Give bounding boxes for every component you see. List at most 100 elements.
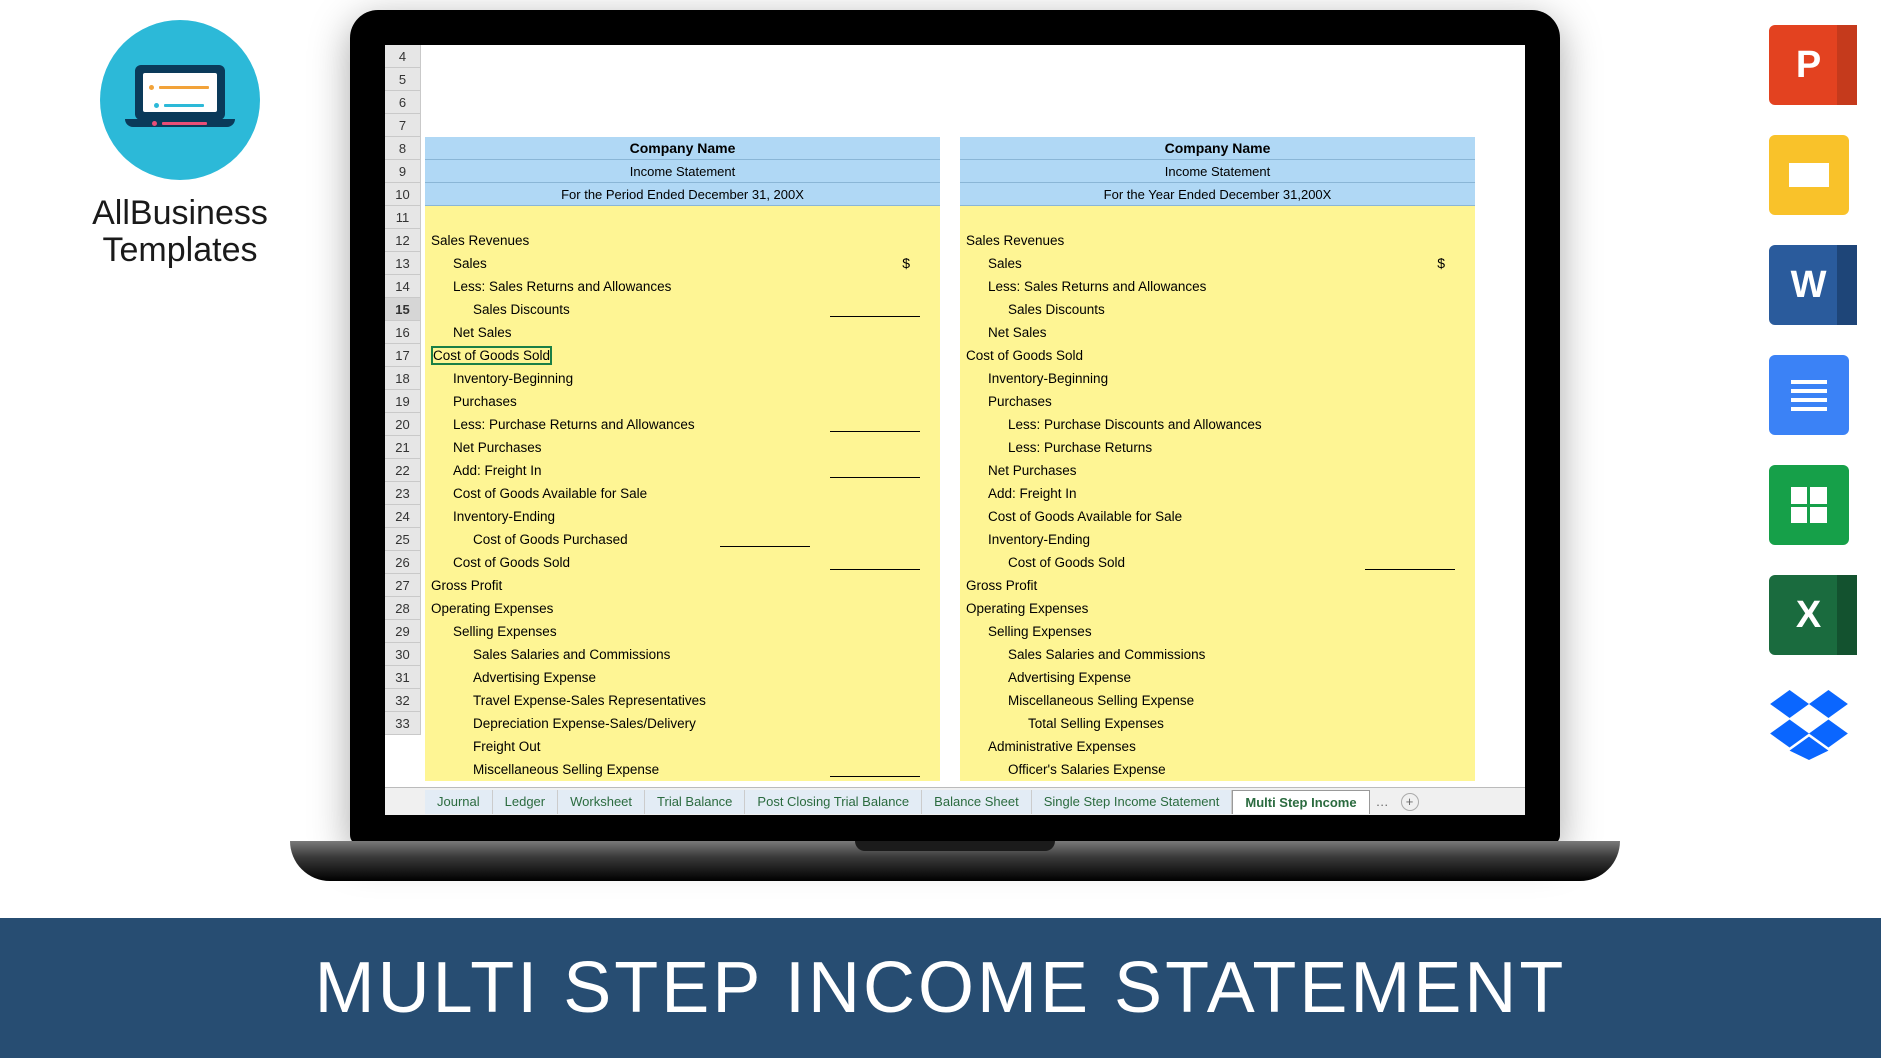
statement-line[interactable]: Sales Revenues xyxy=(425,229,940,252)
statement-line[interactable]: Gross Profit xyxy=(425,574,940,597)
row-header[interactable]: 11 xyxy=(385,206,421,229)
statement-line[interactable]: Advertising Expense xyxy=(960,666,1475,689)
row-header[interactable]: 28 xyxy=(385,597,421,620)
statement-line[interactable]: Less: Purchase Returns xyxy=(960,436,1475,459)
statement-line[interactable]: Advertising Expense xyxy=(425,666,940,689)
tabs-more[interactable]: … xyxy=(1370,794,1395,809)
statement-line[interactable]: Sales Discounts xyxy=(425,298,940,321)
row-header[interactable]: 6 xyxy=(385,91,421,114)
statement-line[interactable]: Cost of Goods Sold xyxy=(960,551,1475,574)
statement-line[interactable]: Administrative Expenses xyxy=(960,735,1475,758)
statement-line[interactable]: Sales Revenues xyxy=(960,229,1475,252)
dollar-sign: $ xyxy=(902,252,910,275)
row-header[interactable]: 5 xyxy=(385,68,421,91)
statement-line[interactable]: Sales$ xyxy=(960,252,1475,275)
format-icons-column xyxy=(1766,25,1851,765)
row-header[interactable]: 15 xyxy=(385,298,421,321)
sheet-tab[interactable]: Single Step Income Statement xyxy=(1032,790,1233,814)
statement-line[interactable]: Inventory-Beginning xyxy=(425,367,940,390)
statement-line[interactable]: Purchases xyxy=(425,390,940,413)
statement-line[interactable]: Inventory-Ending xyxy=(425,505,940,528)
row-header[interactable]: 29 xyxy=(385,620,421,643)
sheet-tab[interactable]: Trial Balance xyxy=(645,790,745,814)
statement-line[interactable]: Selling Expenses xyxy=(960,620,1475,643)
add-sheet-button[interactable]: + xyxy=(1401,793,1419,811)
row-header[interactable]: 16 xyxy=(385,321,421,344)
statement-line[interactable]: Cost of Goods Purchased xyxy=(425,528,940,551)
sheet-tab[interactable]: Ledger xyxy=(493,790,558,814)
sheet-tab[interactable]: Post Closing Trial Balance xyxy=(745,790,922,814)
statement-line[interactable]: Net Sales xyxy=(425,321,940,344)
excel-icon xyxy=(1769,575,1849,655)
income-statement-period: Company Name Income Statement For the Pe… xyxy=(425,137,940,781)
row-header[interactable]: 23 xyxy=(385,482,421,505)
statement-line[interactable]: Less: Purchase Returns and Allowances xyxy=(425,413,940,436)
row-header[interactable]: 9 xyxy=(385,160,421,183)
statement-line[interactable]: Net Purchases xyxy=(425,436,940,459)
statement-line[interactable]: Cost of Goods Sold xyxy=(960,344,1475,367)
statement-line[interactable]: Add: Freight In xyxy=(425,459,940,482)
row-header[interactable]: 17 xyxy=(385,344,421,367)
row-header[interactable]: 7 xyxy=(385,114,421,137)
row-header[interactable]: 30 xyxy=(385,643,421,666)
left-header-title: Income Statement xyxy=(425,160,940,183)
row-header[interactable]: 24 xyxy=(385,505,421,528)
row-header[interactable]: 13 xyxy=(385,252,421,275)
row-header[interactable]: 32 xyxy=(385,689,421,712)
row-header[interactable]: 20 xyxy=(385,413,421,436)
statement-line[interactable]: Cost of Goods Sold xyxy=(425,344,940,367)
row-header[interactable]: 8 xyxy=(385,137,421,160)
statement-line[interactable]: Selling Expenses xyxy=(425,620,940,643)
row-header[interactable]: 27 xyxy=(385,574,421,597)
statement-line[interactable]: Inventory-Beginning xyxy=(960,367,1475,390)
banner-text: MULTI STEP INCOME STATEMENT xyxy=(315,947,1567,1029)
statement-line[interactable]: Less: Sales Returns and Allowances xyxy=(425,275,940,298)
statement-line[interactable]: Less: Sales Returns and Allowances xyxy=(960,275,1475,298)
statement-line[interactable]: Cost of Goods Available for Sale xyxy=(425,482,940,505)
row-header[interactable]: 4 xyxy=(385,45,421,68)
statement-line[interactable]: Net Purchases xyxy=(960,459,1475,482)
statement-line[interactable]: Cost of Goods Available for Sale xyxy=(960,505,1475,528)
statement-line[interactable]: Sales Salaries and Commissions xyxy=(425,643,940,666)
sheet-tab[interactable]: Balance Sheet xyxy=(922,790,1032,814)
row-header[interactable]: 26 xyxy=(385,551,421,574)
statement-line[interactable]: Total Selling Expenses xyxy=(960,712,1475,735)
row-header[interactable]: 12 xyxy=(385,229,421,252)
income-statement-year: Company Name Income Statement For the Ye… xyxy=(960,137,1475,781)
statement-line[interactable]: Officer's Salaries Expense xyxy=(960,758,1475,781)
statement-line[interactable]: Operating Expenses xyxy=(960,597,1475,620)
google-sheets-icon xyxy=(1769,465,1849,545)
statement-line[interactable]: Miscellaneous Selling Expense xyxy=(960,689,1475,712)
row-header[interactable]: 31 xyxy=(385,666,421,689)
row-header[interactable]: 21 xyxy=(385,436,421,459)
statement-line[interactable]: Net Sales xyxy=(960,321,1475,344)
statement-line[interactable]: Depreciation Expense-Sales/Delivery xyxy=(425,712,940,735)
statement-line[interactable]: Sales Discounts xyxy=(960,298,1475,321)
statement-line[interactable]: Purchases xyxy=(960,390,1475,413)
row-header[interactable]: 19 xyxy=(385,390,421,413)
sheet-tab[interactable]: Multi Step Income xyxy=(1232,790,1369,814)
row-header[interactable]: 18 xyxy=(385,367,421,390)
statement-line[interactable]: Travel Expense-Sales Representatives xyxy=(425,689,940,712)
row-header[interactable]: 25 xyxy=(385,528,421,551)
statement-line[interactable]: Cost of Goods Sold xyxy=(425,551,940,574)
row-header[interactable]: 10 xyxy=(385,183,421,206)
row-header[interactable]: 33 xyxy=(385,712,421,735)
sheet-tab[interactable]: Worksheet xyxy=(558,790,645,814)
statement-line[interactable]: Less: Purchase Discounts and Allowances xyxy=(960,413,1475,436)
statement-line[interactable]: Sales Salaries and Commissions xyxy=(960,643,1475,666)
right-header-period: For the Year Ended December 31,200X xyxy=(960,183,1475,206)
statement-line[interactable]: Gross Profit xyxy=(960,574,1475,597)
row-header[interactable]: 14 xyxy=(385,275,421,298)
dollar-sign: $ xyxy=(1437,252,1445,275)
statement-line[interactable]: Add: Freight In xyxy=(960,482,1475,505)
statement-line[interactable]: Inventory-Ending xyxy=(960,528,1475,551)
sheet-tab[interactable]: Journal xyxy=(425,790,493,814)
google-slides-icon xyxy=(1769,135,1849,215)
row-header[interactable]: 22 xyxy=(385,459,421,482)
statement-line[interactable]: Miscellaneous Selling Expense xyxy=(425,758,940,781)
brand-logo: AllBusiness Templates xyxy=(70,20,290,270)
statement-line[interactable]: Freight Out xyxy=(425,735,940,758)
statement-line[interactable]: Operating Expenses xyxy=(425,597,940,620)
statement-line[interactable]: Sales$ xyxy=(425,252,940,275)
